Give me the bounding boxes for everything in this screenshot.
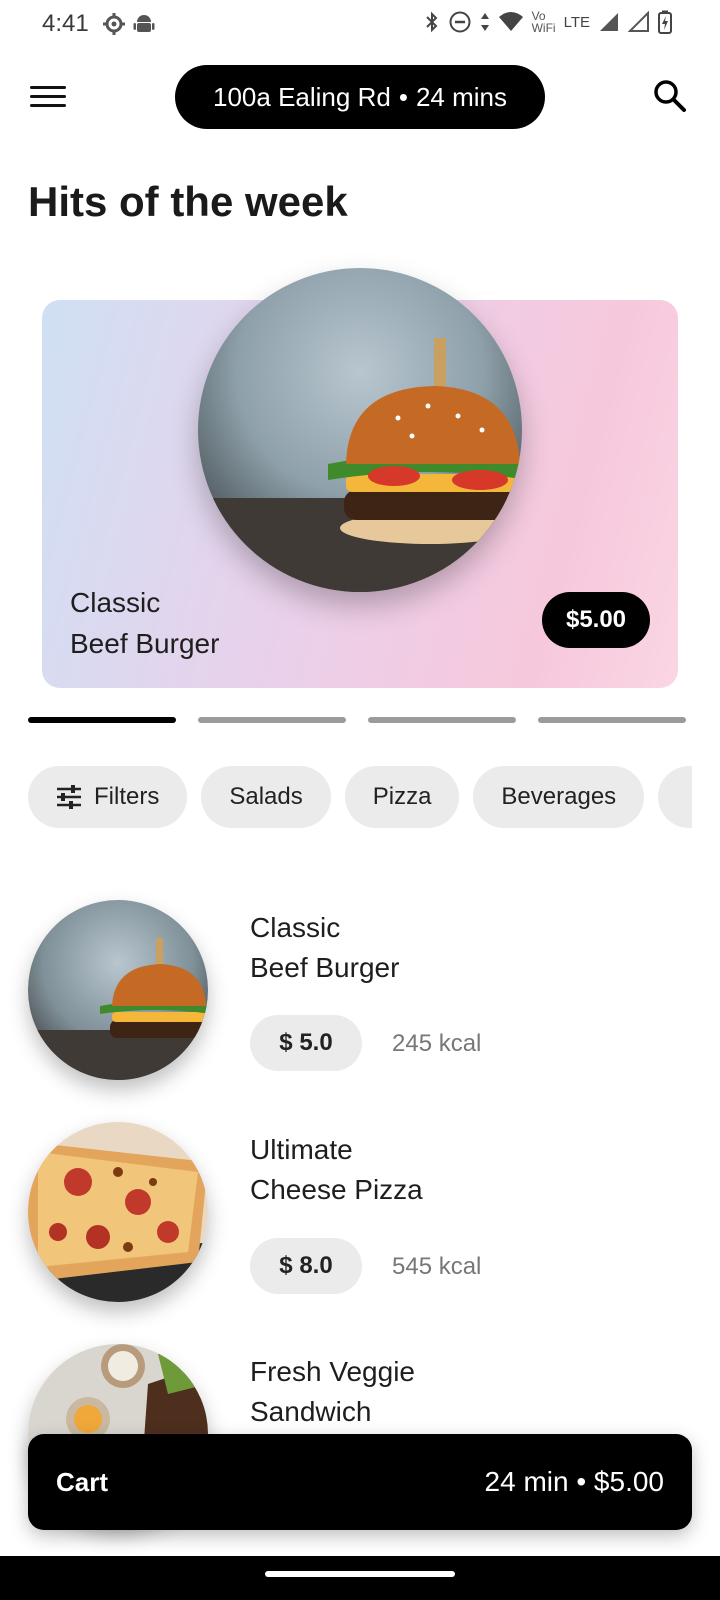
menu-icon[interactable] <box>30 82 66 110</box>
signal-empty-icon <box>628 11 649 32</box>
status-time: 4:41 <box>42 10 89 37</box>
item-price-button[interactable]: $ 5.0 <box>250 1015 362 1071</box>
status-left-icons <box>102 12 156 36</box>
pizza-item-image[interactable] <box>28 1122 208 1302</box>
pager-indicator-2[interactable] <box>198 717 346 723</box>
vowifi-icon: Vo WiFi <box>531 9 556 35</box>
item-name-line2: Cheese Pizza <box>250 1174 423 1205</box>
filters-chip[interactable]: Filters <box>28 766 188 828</box>
item-calories: 245 kcal <box>392 1030 482 1057</box>
burger-item-image[interactable] <box>28 900 208 1080</box>
menu-item-name[interactable]: Fresh Veggie Sandwich <box>250 1352 415 1432</box>
chip-more[interactable] <box>658 766 692 828</box>
category-chips: Filters Salads Pizza Beverages <box>28 766 692 830</box>
bluetooth-icon <box>425 11 438 33</box>
menu-item-name[interactable]: Classic Beef Burger <box>250 908 399 988</box>
item-name-line2: Sandwich <box>250 1396 372 1427</box>
item-calories: 545 kcal <box>392 1253 482 1280</box>
chip-beverages[interactable]: Beverages <box>473 766 645 828</box>
status-bar: 4:41 Vo WiFi LTE <box>0 0 720 48</box>
item-name-line1: Ultimate <box>250 1134 353 1165</box>
featured-item-name: Classic Beef Burger <box>70 582 219 664</box>
settings-icon <box>103 13 125 35</box>
chip-label: Filters <box>94 783 160 810</box>
chip-pizza[interactable]: Pizza <box>344 766 460 828</box>
data-arrows-icon <box>480 13 489 31</box>
delivery-location-pill[interactable]: 100a Ealing Rd • 24 mins <box>175 65 545 129</box>
home-gesture-handle[interactable] <box>265 1571 455 1577</box>
page-title: Hits of the week <box>28 178 348 225</box>
battery-charging-icon <box>658 10 672 34</box>
cart-button[interactable]: Cart 24 min • $5.00 <box>28 1434 692 1530</box>
item-name-line2: Beef Burger <box>250 952 400 983</box>
pager-indicator-4[interactable] <box>538 717 686 723</box>
search-icon[interactable] <box>652 78 688 114</box>
item-price-button[interactable]: $ 8.0 <box>250 1238 362 1294</box>
featured-name-line1: Classic <box>70 587 161 618</box>
status-right-icons: Vo WiFi LTE <box>424 10 672 34</box>
pager-indicator-3[interactable] <box>368 717 516 723</box>
carousel-pager <box>28 717 686 723</box>
cart-summary: 24 min • $5.00 <box>484 1466 664 1497</box>
wifi-icon <box>498 12 523 31</box>
system-nav-bar <box>0 1556 720 1600</box>
featured-name-line2: Beef Burger <box>70 628 220 659</box>
featured-burger-image <box>198 268 522 592</box>
chip-salads[interactable]: Salads <box>201 766 331 828</box>
pager-indicator-1[interactable] <box>28 717 176 723</box>
android-icon <box>133 15 155 32</box>
item-name-line1: Classic <box>250 912 341 943</box>
item-name-line1: Fresh Veggie <box>250 1356 415 1387</box>
delivery-eta: 24 mins <box>415 81 507 112</box>
signal-icon <box>600 13 618 31</box>
cart-label: Cart <box>56 1466 109 1497</box>
tune-icon <box>57 785 81 809</box>
delivery-address: 100a Ealing Rd <box>213 81 391 112</box>
lte-icon: LTE <box>563 13 590 31</box>
featured-price-badge[interactable]: $5.00 <box>542 592 650 648</box>
address-eta-separator: • <box>398 81 408 112</box>
menu-item-name[interactable]: Ultimate Cheese Pizza <box>250 1130 423 1210</box>
do-not-disturb-icon <box>449 11 471 33</box>
